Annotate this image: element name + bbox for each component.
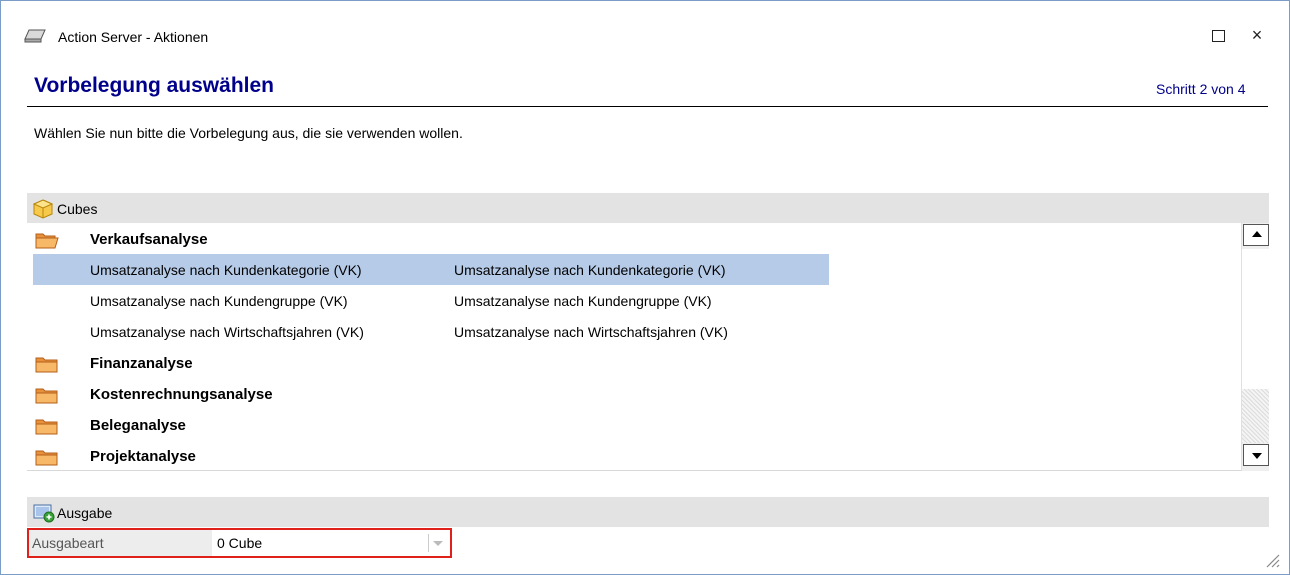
window-title: Action Server - Aktionen	[58, 29, 209, 45]
folder-icon	[35, 448, 59, 469]
tree-folder-verkaufsanalyse[interactable]: Verkaufsanalyse	[27, 223, 1241, 254]
ausgabeart-value: 0 Cube	[217, 535, 263, 551]
tree-folder-label: Finanzanalyse	[90, 355, 193, 372]
tree-folder-label: Kostenrechnungsanalyse	[90, 386, 273, 403]
cube-icon	[32, 199, 54, 222]
resize-grip-icon[interactable]	[1261, 549, 1281, 569]
title-divider	[27, 106, 1268, 107]
chevron-down-icon[interactable]	[428, 534, 446, 552]
scroll-thumb[interactable]	[1242, 249, 1269, 389]
tree-folder-finanzanalyse[interactable]: Finanzanalyse	[27, 347, 1241, 378]
tree-item-name: Umsatzanalyse nach Kundenkategorie (VK)	[90, 262, 362, 278]
folder-open-icon	[35, 231, 59, 252]
tree-item-description: Umsatzanalyse nach Wirtschaftsjahren (VK…	[454, 324, 728, 340]
ausgabeart-row: Ausgabeart 0 Cube	[27, 528, 452, 558]
ausgabe-section-header: Ausgabe	[27, 497, 1269, 527]
folder-icon	[35, 417, 59, 438]
page-title: Vorbelegung auswählen	[34, 74, 274, 97]
eraser-icon	[24, 29, 46, 46]
cubes-section-label: Cubes	[57, 201, 98, 217]
tree-item-umsatz-wirtschaftsjahre[interactable]: Umsatzanalyse nach Wirtschaftsjahren (VK…	[27, 316, 1241, 347]
tree-folder-kostenrechnungsanalyse[interactable]: Kostenrechnungsanalyse	[27, 378, 1241, 409]
tree-item-description: Umsatzanalyse nach Kundenkategorie (VK)	[454, 262, 726, 278]
step-indicator: Schritt 2 von 4	[1156, 81, 1246, 97]
ausgabe-section-label: Ausgabe	[57, 505, 113, 521]
tree-folder-label: Verkaufsanalyse	[90, 231, 208, 248]
tree-item-description: Umsatzanalyse nach Kundengruppe (VK)	[454, 293, 712, 309]
folder-icon	[35, 355, 59, 376]
scroll-track[interactable]	[1242, 389, 1269, 443]
dialog-window: Action Server - Aktionen × Vorbelegung a…	[0, 0, 1290, 575]
ausgabeart-label: Ausgabeart	[29, 530, 212, 556]
maximize-button[interactable]	[1206, 23, 1230, 47]
cubes-section-header: Cubes	[27, 193, 1269, 223]
output-icon	[33, 503, 55, 526]
title-bar: Action Server - Aktionen ×	[1, 1, 1289, 45]
instructions-text: Wählen Sie nun bitte die Vorbelegung aus…	[34, 125, 463, 141]
close-button[interactable]: ×	[1245, 26, 1269, 46]
ausgabeart-select[interactable]: 0 Cube	[217, 531, 450, 555]
tree-item-umsatz-kundengruppe[interactable]: Umsatzanalyse nach Kundengruppe (VK) Ums…	[27, 285, 1241, 316]
tree-folder-label: Projektanalyse	[90, 448, 196, 465]
tree-item-name: Umsatzanalyse nach Kundengruppe (VK)	[90, 293, 348, 309]
tree-folder-beleganalyse[interactable]: Beleganalyse	[27, 409, 1241, 440]
tree-item-name: Umsatzanalyse nach Wirtschaftsjahren (VK…	[90, 324, 364, 340]
scroll-up-button[interactable]	[1243, 224, 1269, 246]
tree-item-umsatz-kundenkategorie[interactable]: Umsatzanalyse nach Kundenkategorie (VK) …	[27, 254, 1241, 285]
folder-icon	[35, 386, 59, 407]
scroll-down-button[interactable]	[1243, 444, 1269, 466]
tree-folder-label: Beleganalyse	[90, 417, 186, 434]
tree-scrollbar[interactable]	[1241, 223, 1269, 471]
cubes-tree: Verkaufsanalyse Umsatzanalyse nach Kunde…	[27, 223, 1269, 471]
tree-folder-projektanalyse[interactable]: Projektanalyse	[27, 440, 1241, 471]
